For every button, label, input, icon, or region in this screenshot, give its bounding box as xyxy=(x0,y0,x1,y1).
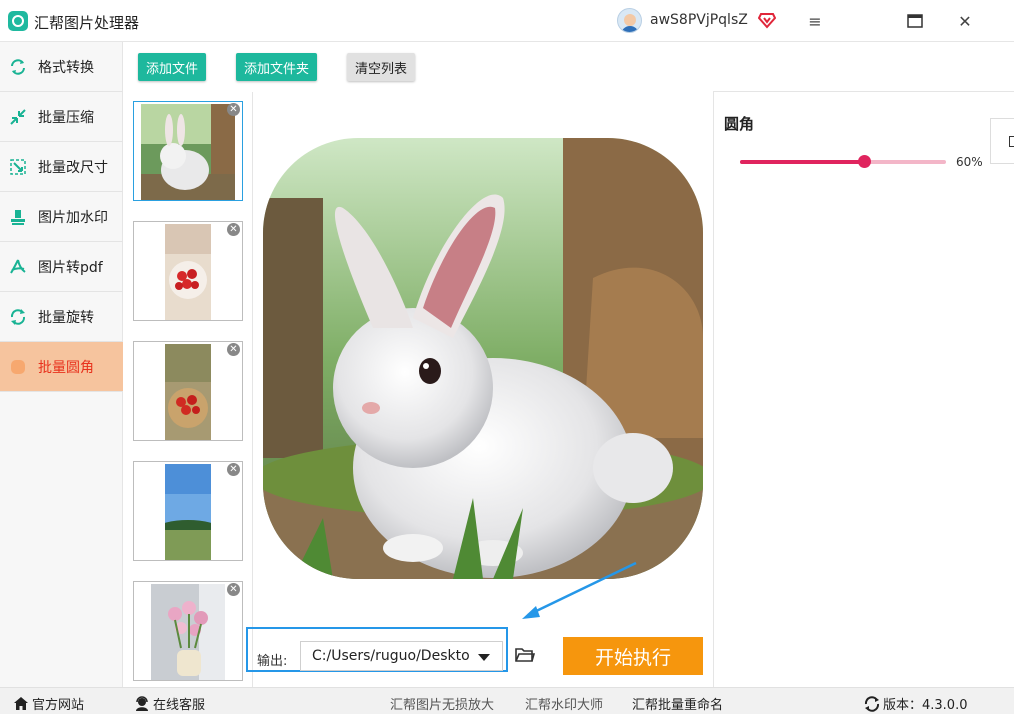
chevron-down-icon[interactable] xyxy=(478,654,490,661)
sidebar-item-batch-compress[interactable]: 批量压缩 xyxy=(0,92,123,142)
sky-landscape-image xyxy=(165,464,211,560)
slider-fill xyxy=(740,160,864,164)
sidebar-item-label: 图片转pdf xyxy=(38,259,103,276)
output-label: 输出: xyxy=(257,654,288,669)
support-icon xyxy=(134,695,150,712)
clear-list-button[interactable]: 清空列表 xyxy=(347,53,416,81)
username[interactable]: awS8PVjPqlsZ xyxy=(650,12,748,28)
remove-thumbnail-icon[interactable]: ✕ xyxy=(227,103,240,116)
menu-icon[interactable]: ≡ xyxy=(795,6,835,36)
sidebar-item-label: 批量旋转 xyxy=(38,309,94,326)
home-icon xyxy=(13,696,29,712)
sidebar-item-label: 图片加水印 xyxy=(38,209,108,226)
remove-thumbnail-icon[interactable]: ✕ xyxy=(227,223,240,236)
start-button[interactable]: 开始执行 xyxy=(563,637,703,675)
maximize-icon[interactable] xyxy=(895,6,935,36)
rounded-corner-icon xyxy=(9,358,27,376)
output-path-value: C:/Users/ruguo/Desktop xyxy=(312,648,469,664)
resize-icon xyxy=(9,158,27,176)
settings-panel: 圆角 60% xyxy=(713,92,1014,687)
user-avatar[interactable] xyxy=(617,8,642,33)
thumbnail-strawberries-plate[interactable]: ✕ xyxy=(133,221,243,321)
vip-diamond-icon[interactable] xyxy=(758,11,776,29)
version-info[interactable]: 版本：4.3.0.0 xyxy=(864,694,967,713)
compress-icon xyxy=(9,108,27,126)
sidebar-item-to-pdf[interactable]: 图片转pdf xyxy=(0,242,123,292)
app-logo-icon xyxy=(8,11,28,31)
slider-handle[interactable] xyxy=(857,155,871,168)
product-link-rename[interactable]: 汇帮批量重命名 xyxy=(632,694,723,713)
thumbnail-tulips-vase[interactable]: ✕ xyxy=(133,581,243,681)
watermark-icon xyxy=(9,208,27,226)
tulips-vase-image xyxy=(151,584,225,680)
official-website-label: 官方网站 xyxy=(32,698,85,713)
sidebar: 格式转换 批量压缩 批量改尺寸 图片加水印 图片转pdf 批量旋转 批量圆角 xyxy=(0,42,123,687)
status-bar: 官方网站 在线客服 汇帮图片无损放大 汇帮水印大师 汇帮批量重命名 版本：4.3… xyxy=(0,687,1014,714)
thumbnail-sky-landscape[interactable]: ✕ xyxy=(133,461,243,561)
online-support-label: 在线客服 xyxy=(153,698,206,713)
thumbnail-rabbit[interactable]: ✕ xyxy=(133,101,243,201)
version-label: 版本：4.3.0.0 xyxy=(883,698,968,713)
product-link-upscale[interactable]: 汇帮图片无损放大 xyxy=(390,694,494,713)
official-website-link[interactable]: 官方网站 xyxy=(13,694,84,713)
collapse-panel-icon[interactable] xyxy=(990,118,1014,164)
rabbit-image xyxy=(141,104,235,200)
online-support-link[interactable]: 在线客服 xyxy=(134,694,205,713)
close-icon[interactable]: ✕ xyxy=(945,6,985,36)
corner-radius-label: 圆角 xyxy=(724,115,755,133)
title-bar: 汇帮图片处理器 awS8PVjPqlsZ ≡ ✕ xyxy=(0,0,1014,42)
sidebar-item-label: 批量改尺寸 xyxy=(38,159,108,176)
remove-thumbnail-icon[interactable]: ✕ xyxy=(227,463,240,476)
sidebar-item-watermark[interactable]: 图片加水印 xyxy=(0,192,123,242)
sidebar-item-label: 批量压缩 xyxy=(38,109,94,126)
add-file-button[interactable]: 添加文件 xyxy=(138,53,207,81)
pdf-icon xyxy=(9,258,27,276)
thumbnail-list[interactable]: ✕ ✕ ✕ ✕ ✕ xyxy=(123,92,253,687)
sidebar-item-label: 批量圆角 xyxy=(38,359,94,376)
remove-thumbnail-icon[interactable]: ✕ xyxy=(227,583,240,596)
strawberries-plate-image xyxy=(165,224,211,320)
remove-thumbnail-icon[interactable]: ✕ xyxy=(227,343,240,356)
sidebar-item-resize[interactable]: 批量改尺寸 xyxy=(0,142,123,192)
app-title: 汇帮图片处理器 xyxy=(34,14,140,32)
thumbnail-strawberry-basket[interactable]: ✕ xyxy=(133,341,243,441)
sidebar-item-label: 格式转换 xyxy=(38,59,94,76)
rotate-icon xyxy=(9,308,27,326)
convert-icon xyxy=(9,58,27,76)
add-folder-button[interactable]: 添加文件夹 xyxy=(236,53,318,81)
corner-radius-slider[interactable] xyxy=(740,155,946,168)
preview-area xyxy=(253,92,713,687)
sidebar-item-format-convert[interactable]: 格式转换 xyxy=(0,42,123,92)
strawberry-basket-image xyxy=(165,344,211,440)
refresh-icon xyxy=(864,695,880,712)
sidebar-item-rounded-corner[interactable]: 批量圆角 xyxy=(0,342,123,392)
sidebar-item-rotate[interactable]: 批量旋转 xyxy=(0,292,123,342)
corner-radius-value: 60% xyxy=(956,155,983,169)
product-link-watermark[interactable]: 汇帮水印大师 xyxy=(525,694,603,713)
output-path-select[interactable]: C:/Users/ruguo/Desktop xyxy=(300,641,503,671)
folder-open-icon[interactable] xyxy=(515,647,535,663)
preview-image xyxy=(263,138,703,579)
